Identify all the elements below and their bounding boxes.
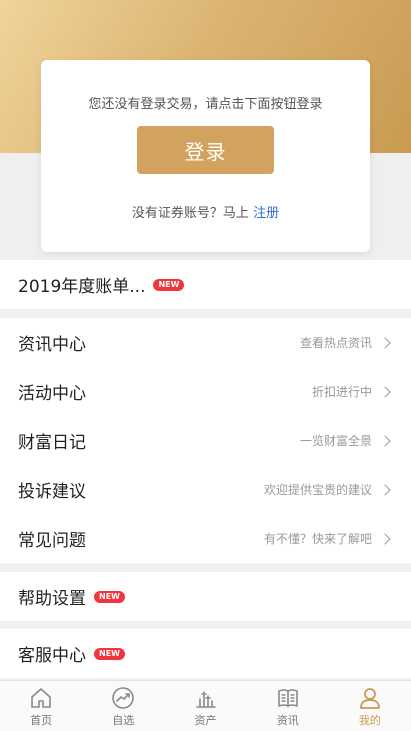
tab-label: 我的 bbox=[358, 714, 381, 727]
chevron-right-icon bbox=[379, 483, 391, 496]
menu-item-subtitle: 一览财富全景 bbox=[299, 434, 372, 448]
customer-service-row[interactable]: 客服中心 NEW bbox=[0, 629, 411, 678]
menu-item-news[interactable]: 资讯中心 查看热点资讯 bbox=[0, 318, 411, 367]
login-card: 您还没有登录交易，请点击下面按钮登录 登录 没有证券账号？马上 注册 bbox=[41, 60, 370, 252]
tab-assets[interactable]: 资产 bbox=[164, 681, 246, 731]
customer-service-title: 客服中心 bbox=[18, 646, 86, 666]
help-settings-title: 帮助设置 bbox=[18, 589, 86, 609]
new-badge: NEW bbox=[94, 647, 125, 660]
tab-label: 自选 bbox=[112, 714, 135, 727]
menu-item-faq[interactable]: 常见问题 有不懂？快来了解吧 bbox=[0, 514, 411, 563]
register-prompt: 没有证券账号？马上 bbox=[131, 206, 249, 221]
register-line: 没有证券账号？马上 注册 bbox=[41, 202, 370, 221]
profile-page: 您还没有登录交易，请点击下面按钮登录 登录 没有证券账号？马上 注册 2019年… bbox=[0, 0, 411, 731]
tab-label: 资讯 bbox=[276, 714, 299, 727]
chevron-right-icon bbox=[379, 385, 391, 398]
news-icon bbox=[277, 689, 298, 707]
trend-icon bbox=[112, 687, 135, 709]
annual-bill-title: 2019年度账单... bbox=[18, 277, 146, 297]
chevron-right-icon bbox=[379, 532, 391, 545]
menu-item-title: 资讯中心 bbox=[18, 335, 86, 355]
chevron-right-icon bbox=[379, 336, 391, 349]
menu-item-subtitle: 折扣进行中 bbox=[311, 385, 372, 399]
tab-label: 资产 bbox=[194, 714, 217, 727]
tab-label: 首页 bbox=[30, 714, 53, 727]
menu-item-activity[interactable]: 活动中心 折扣进行中 bbox=[0, 367, 411, 416]
tab-watchlist[interactable]: 自选 bbox=[82, 681, 164, 731]
assets-icon bbox=[195, 691, 216, 708]
menu-item-subtitle: 查看热点资讯 bbox=[299, 336, 372, 350]
menu-item-wealth-diary[interactable]: 财富日记 一览财富全景 bbox=[0, 416, 411, 465]
login-hint: 您还没有登录交易，请点击下面按钮登录 bbox=[88, 97, 323, 112]
menu-item-title: 财富日记 bbox=[18, 433, 86, 453]
menu-item-title: 投诉建议 bbox=[18, 482, 86, 502]
new-badge: NEW bbox=[153, 278, 185, 291]
help-settings-row[interactable]: 帮助设置 NEW bbox=[0, 572, 411, 621]
chevron-right-icon bbox=[379, 434, 391, 447]
new-badge: NEW bbox=[94, 590, 125, 603]
tab-news[interactable]: 资讯 bbox=[247, 681, 329, 731]
bottom-tab-bar: 首页 自选 资产 资讯 我的 bbox=[0, 680, 411, 731]
home-icon bbox=[31, 688, 51, 708]
register-link[interactable]: 注册 bbox=[253, 206, 279, 221]
tab-home[interactable]: 首页 bbox=[0, 681, 82, 731]
menu-item-title: 常见问题 bbox=[18, 531, 86, 551]
menu-item-subtitle: 欢迎提供宝贵的建议 bbox=[263, 483, 372, 497]
login-button[interactable]: 登录 bbox=[137, 126, 274, 174]
menu-item-subtitle: 有不懂？快来了解吧 bbox=[263, 532, 372, 546]
menu-item-title: 活动中心 bbox=[18, 384, 86, 404]
menu-item-feedback[interactable]: 投诉建议 欢迎提供宝贵的建议 bbox=[0, 465, 411, 514]
user-icon bbox=[360, 688, 380, 709]
annual-bill-row[interactable]: 2019年度账单... NEW bbox=[0, 260, 411, 309]
tab-mine[interactable]: 我的 bbox=[329, 681, 411, 731]
